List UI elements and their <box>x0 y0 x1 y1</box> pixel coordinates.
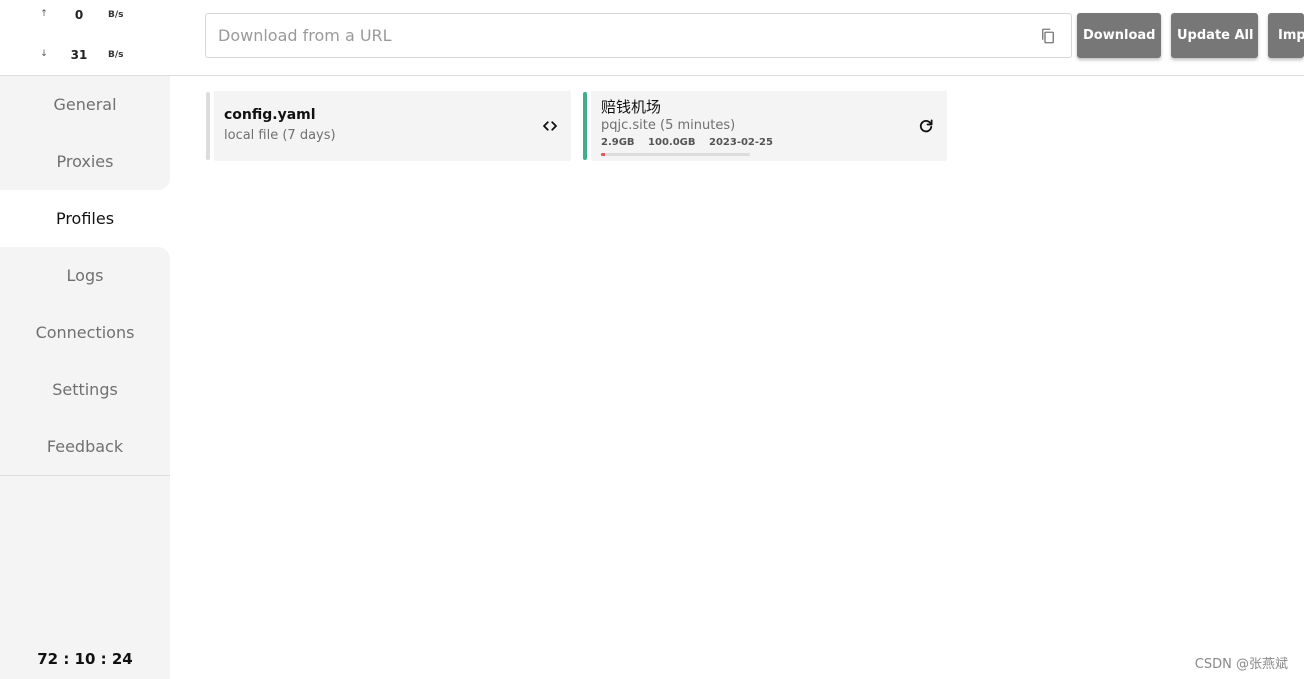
sidebar: ↑ 0 B/s ↓ 31 B/s General Proxies Profile… <box>0 0 170 679</box>
usage-expire: 2023-02-25 <box>708 137 773 148</box>
app-window: ↑ 0 B/s ↓ 31 B/s General Proxies Profile… <box>0 0 1304 679</box>
sidebar-item-label: Feedback <box>46 437 124 456</box>
sidebar-item-label: Connections <box>35 323 135 342</box>
update-all-button[interactable]: Update All <box>1171 13 1258 58</box>
url-input[interactable] <box>216 14 1026 57</box>
sidebar-item-profiles[interactable]: Profiles <box>0 190 170 247</box>
profile-name: 赔钱机场 <box>601 98 662 116</box>
profile-subtitle: local file (7 days) <box>224 128 336 143</box>
sidebar-item-label: Logs <box>66 266 104 285</box>
sidebar-item-label: General <box>53 95 117 114</box>
sidebar-item-feedback[interactable]: Feedback <box>0 418 170 475</box>
sidebar-nav: General Proxies Profiles Logs Connection… <box>0 76 170 475</box>
usage-total: 100.0GB <box>648 137 696 148</box>
profile-name: config.yaml <box>224 107 316 123</box>
clipboard-paste-icon[interactable] <box>1039 26 1057 46</box>
download-value: 31 <box>70 48 88 62</box>
usage-used: 2.9GB <box>601 137 635 148</box>
upload-arrow-icon: ↑ <box>40 9 48 19</box>
download-arrow-icon: ↓ <box>40 49 48 59</box>
profile-subtitle: pqjc.site (5 minutes) <box>601 118 736 133</box>
sidebar-item-logs[interactable]: Logs <box>0 247 170 304</box>
sidebar-item-proxies[interactable]: Proxies <box>0 133 170 190</box>
profile-usage: 2.9GB 100.0GB 2023-02-25 <box>601 137 783 148</box>
download-speed: ↓ 31 B/s <box>0 46 170 66</box>
usage-progress-fill <box>601 153 606 156</box>
import-button[interactable]: Import <box>1268 13 1304 58</box>
sidebar-item-label: Proxies <box>56 152 114 171</box>
sidebar-item-label: Profiles <box>55 209 115 228</box>
profile-active-indicator <box>583 92 587 160</box>
watermark: CSDN @张燕斌 <box>1194 657 1288 672</box>
url-field <box>205 13 1072 58</box>
profile-inactive-indicator <box>206 92 210 160</box>
download-unit: B/s <box>108 50 124 60</box>
sidebar-item-general[interactable]: General <box>0 76 170 133</box>
usage-progress-bar <box>601 153 750 156</box>
profiles-toolbar: Download Update All Import <box>170 0 1304 76</box>
code-icon[interactable] <box>541 117 559 135</box>
sidebar-item-settings[interactable]: Settings <box>0 361 170 418</box>
sidebar-item-connections[interactable]: Connections <box>0 304 170 361</box>
traffic-monitor: ↑ 0 B/s ↓ 31 B/s <box>0 0 170 76</box>
download-button[interactable]: Download <box>1077 13 1161 58</box>
profile-card[interactable]: config.yaml local file (7 days) <box>214 91 571 161</box>
uptime-clock: 72 : 10 : 24 <box>37 650 133 668</box>
upload-unit: B/s <box>108 10 124 20</box>
upload-speed: ↑ 0 B/s <box>0 6 170 26</box>
sidebar-divider <box>0 475 170 476</box>
sidebar-item-label: Settings <box>52 380 118 399</box>
upload-value: 0 <box>74 8 84 22</box>
profile-card[interactable]: 赔钱机场 pqjc.site (5 minutes) 2.9GB 100.0GB… <box>591 91 947 161</box>
refresh-icon[interactable] <box>917 117 935 135</box>
